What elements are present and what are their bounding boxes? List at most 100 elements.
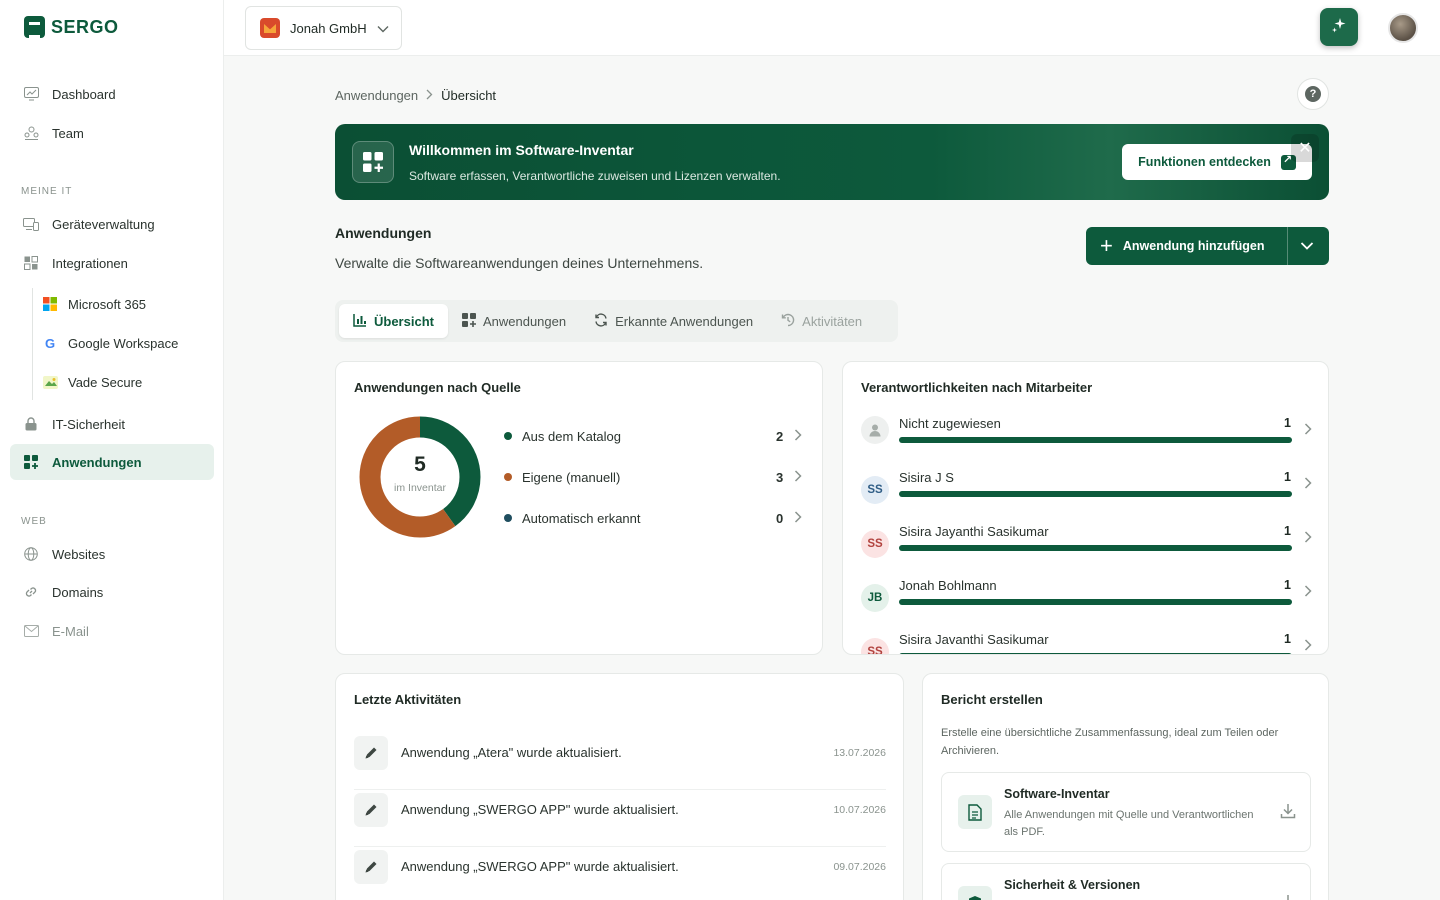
chevron-right-icon [794, 510, 802, 526]
help-button[interactable]: ? [1297, 78, 1329, 110]
sources-card: Anwendungen nach Quelle 5 im Inventar Au… [335, 361, 823, 655]
sidebar-item-google-workspace[interactable]: G Google Workspace [36, 325, 212, 361]
welcome-banner: Willkommen im Software-Inventar Software… [335, 124, 1329, 200]
activity-row[interactable]: Anwendung „Atera" wurde aktualisiert. 13.… [354, 733, 886, 790]
download-icon[interactable] [1280, 894, 1296, 900]
organization-select[interactable]: Jonah GmbH [245, 6, 402, 50]
chevron-right-icon [426, 87, 433, 103]
sidebar-item-it-sicherheit[interactable]: IT-Sicherheit [10, 406, 214, 442]
owner-initials: SS [867, 538, 883, 550]
owner-avatar: SS [861, 476, 889, 504]
tab-label: Erkannte Anwendungen [615, 313, 754, 329]
puzzle-icon [23, 255, 39, 271]
lock-icon [23, 416, 39, 432]
tab-label: Aktivitäten [802, 313, 863, 329]
owner-progress-bar [899, 437, 1292, 443]
tab-erkannte-anwendungen[interactable]: Erkannte Anwendungen [580, 304, 767, 338]
sidebar-item-label: Domains [52, 584, 104, 600]
sidebar-item-label: Integrationen [52, 255, 128, 271]
shield-icon [958, 886, 992, 900]
sidebar-item-vade-secure[interactable]: Vade Secure [36, 364, 212, 400]
sidebar-item-e-mail[interactable]: E-Mail [10, 613, 214, 649]
owner-initials: JB [867, 592, 883, 604]
owner-name: Jonah Bohlmann [899, 578, 997, 593]
add-application-button[interactable]: + Anwendung hinzufügen [1086, 227, 1329, 265]
report-description: Erstelle eine übersichtliche Zusammenfas… [941, 727, 1279, 757]
owner-row[interactable]: SS Sisira Javanthi Sasikumar 1 [861, 632, 1312, 654]
owner-progress-bar [899, 599, 1292, 605]
report-item-software-inventar[interactable]: Software-Inventar Alle Anwendungen mit Q… [941, 772, 1311, 852]
sidebar-item-integrationen[interactable]: Integrationen [10, 245, 214, 281]
owner-name: Sisira Jayanthi Sasikumar [899, 524, 1049, 539]
owner-row[interactable]: Nicht zugewiesen 1 [861, 416, 1312, 466]
owner-name: Sisira Javanthi Sasikumar [899, 632, 1049, 647]
sidebar-item-team[interactable]: Team [10, 115, 214, 151]
sidebar-item-label: E-Mail [52, 623, 89, 639]
owner-row[interactable]: SS Sisira Jayanthi Sasikumar 1 [861, 524, 1312, 574]
owner-row[interactable]: JB Jonah Bohlmann 1 [861, 578, 1312, 628]
activity-date: 09.07.2026 [833, 861, 886, 873]
chevron-right-icon [794, 469, 802, 485]
download-icon[interactable] [1280, 803, 1296, 822]
sidebar-item-label: Vade Secure [68, 374, 143, 390]
apps-grid-icon [23, 454, 39, 470]
owner-avatar: SS [861, 638, 889, 654]
owner-row[interactable]: SS Sisira J S 1 [861, 470, 1312, 520]
sidebar-item-geraeteverwaltung[interactable]: Geräteverwaltung [10, 206, 214, 242]
sources-card-title: Anwendungen nach Quelle [354, 380, 521, 395]
legend-row-catalog[interactable]: Aus dem Katalog 2 [504, 426, 804, 446]
chevron-down-icon [377, 21, 389, 36]
button-divider [1287, 227, 1288, 265]
activity-row[interactable]: Anwendung „SWERGO APP" wurde aktualisier… [354, 790, 886, 847]
sidebar-item-dashboard[interactable]: Dashboard [10, 76, 214, 112]
chevron-right-icon [794, 428, 802, 444]
sidebar-item-websites[interactable]: Websites [10, 536, 214, 572]
sidebar-item-label: Team [52, 125, 84, 141]
pencil-icon [354, 850, 388, 884]
tab-uebersicht[interactable]: Übersicht [339, 304, 448, 338]
topbar: Jonah GmbH [224, 0, 1440, 56]
report-item-title: Software-Inventar [1004, 787, 1110, 801]
ai-assistant-button[interactable] [1320, 8, 1358, 46]
tab-aktivitaeten[interactable]: Aktivitäten [767, 304, 876, 338]
question-icon: ? [1305, 86, 1321, 102]
chevron-right-icon [1304, 638, 1312, 654]
sidebar-item-anwendungen[interactable]: Anwendungen [10, 444, 214, 480]
activity-text: Anwendung „Atera" wurde aktualisiert. [401, 745, 622, 760]
activity-row[interactable]: Anwendung „SWERGO APP" wurde aktualisier… [354, 847, 886, 900]
legend-dot [504, 473, 512, 481]
owner-count: 1 [1284, 632, 1291, 646]
owner-initials: SS [867, 484, 883, 496]
mail-icon [23, 623, 39, 639]
submenu-line [32, 288, 33, 400]
activity-date: 13.07.2026 [833, 747, 886, 759]
apps-grid-icon [461, 312, 476, 330]
discover-features-label: Funktionen entdecken [1138, 155, 1271, 169]
organization-logo-icon [260, 18, 280, 38]
tab-anwendungen[interactable]: Anwendungen [448, 304, 580, 338]
report-item-subtitle: Alle Anwendungen mit Quelle und Verantwo… [1004, 809, 1254, 838]
chevron-down-icon[interactable] [1300, 237, 1314, 258]
logo-icon [24, 16, 45, 38]
link-icon [23, 584, 39, 600]
sidebar-item-microsoft-365[interactable]: Microsoft 365 [36, 286, 212, 322]
owner-progress-bar [899, 545, 1292, 551]
sidebar-item-domains[interactable]: Domains [10, 574, 214, 610]
legend-row-manual[interactable]: Eigene (manuell) 3 [504, 467, 804, 487]
owner-name: Nicht zugewiesen [899, 416, 1001, 431]
discover-features-button[interactable]: Funktionen entdecken [1122, 144, 1312, 180]
breadcrumb-parent[interactable]: Anwendungen [335, 88, 418, 103]
tab-label: Übersicht [374, 313, 434, 329]
legend-row-auto[interactable]: Automatisch erkannt 0 [504, 508, 804, 528]
report-item-sicherheit-versionen[interactable]: Sicherheit & Versionen [941, 863, 1311, 900]
chevron-right-icon [1304, 476, 1312, 493]
close-banner-button[interactable]: ✕ [1291, 134, 1319, 162]
sidebar-item-label: Google Workspace [68, 335, 179, 351]
section-label-web: WEB [21, 516, 47, 527]
close-icon: ✕ [1298, 140, 1312, 157]
logo[interactable]: SERGO [24, 16, 119, 38]
devices-icon [23, 216, 39, 232]
report-card: Bericht erstellen Erstelle eine übersich… [922, 673, 1329, 900]
user-avatar[interactable] [1388, 13, 1418, 43]
activity-text: Anwendung „SWERGO APP" wurde aktualisier… [401, 859, 679, 874]
